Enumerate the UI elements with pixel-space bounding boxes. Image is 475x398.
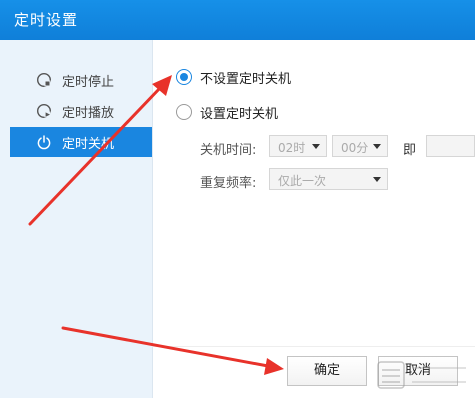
- sidebar-item-stop-timer[interactable]: 定时停止: [10, 65, 152, 95]
- radio-set-shutdown-label: 设置定时关机: [200, 107, 279, 122]
- timer-settings-dialog: 定时设置 定时停止 定时播放 定时关机 不设置定时关机 设置定时关机 关机时间:…: [0, 0, 475, 398]
- chevron-down-icon: [312, 144, 320, 149]
- repeat-frequency-label: 重复频率:: [200, 176, 257, 191]
- cancel-button[interactable]: 取消: [378, 356, 458, 386]
- sidebar: 定时停止 定时播放 定时关机: [0, 40, 153, 398]
- ok-button[interactable]: 确定: [287, 356, 367, 386]
- stop-timer-icon: [36, 72, 52, 88]
- repeat-frequency-select[interactable]: 仅此一次: [269, 168, 388, 190]
- hour-select[interactable]: 02时: [269, 135, 327, 157]
- hour-select-value: 02时: [278, 141, 306, 155]
- chevron-down-icon: [373, 144, 381, 149]
- power-icon: [36, 134, 52, 150]
- footer-divider: [152, 346, 475, 347]
- minute-select-value: 00分: [341, 141, 369, 155]
- chevron-down-icon: [373, 177, 381, 182]
- shutdown-datetime-field[interactable]: [426, 135, 475, 157]
- window-title: 定时设置: [14, 11, 79, 29]
- repeat-frequency-value: 仅此一次: [278, 174, 327, 188]
- sidebar-item-label: 定时停止: [62, 75, 115, 90]
- minute-select[interactable]: 00分: [332, 135, 388, 157]
- shutdown-time-label: 关机时间:: [200, 143, 257, 158]
- sidebar-item-label: 定时播放: [62, 106, 115, 121]
- shutdown-time-suffix: 即: [403, 143, 417, 158]
- radio-button-unchecked[interactable]: [176, 104, 192, 120]
- radio-button-checked[interactable]: [176, 69, 192, 85]
- play-timer-icon: [36, 103, 52, 119]
- radio-no-shutdown-label: 不设置定时关机: [200, 72, 292, 87]
- sidebar-item-label: 定时关机: [62, 137, 115, 152]
- sidebar-item-shutdown-timer[interactable]: 定时关机: [10, 127, 152, 157]
- sidebar-item-play-timer[interactable]: 定时播放: [10, 96, 152, 126]
- title-bar: 定时设置: [0, 0, 475, 40]
